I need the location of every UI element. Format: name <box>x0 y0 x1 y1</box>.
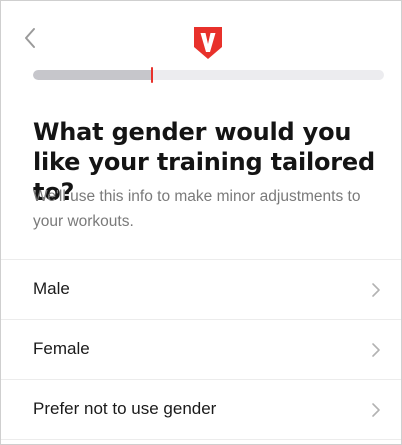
gender-options-list: Male Female Prefer not to use gender <box>1 259 401 440</box>
option-label: Female <box>33 339 90 358</box>
header <box>1 1 401 65</box>
option-female[interactable]: Female <box>1 320 401 380</box>
option-label: Prefer not to use gender <box>33 399 217 418</box>
back-button[interactable] <box>23 27 51 55</box>
chevron-right-icon <box>372 343 380 357</box>
progress-bar <box>33 67 384 83</box>
brand-v-shield-icon <box>193 25 223 61</box>
onboarding-screen: What gender would you like your training… <box>0 0 402 445</box>
option-prefer-not[interactable]: Prefer not to use gender <box>1 380 401 440</box>
page-subtitle: We'll use this info to make minor adjust… <box>33 188 361 230</box>
option-label: Male <box>33 279 70 298</box>
option-male[interactable]: Male <box>1 260 401 320</box>
progress-track <box>33 70 384 80</box>
chevron-right-icon <box>372 403 380 417</box>
progress-fill <box>33 70 153 80</box>
chevron-left-icon <box>25 28 35 48</box>
chevron-right-icon <box>372 283 380 297</box>
